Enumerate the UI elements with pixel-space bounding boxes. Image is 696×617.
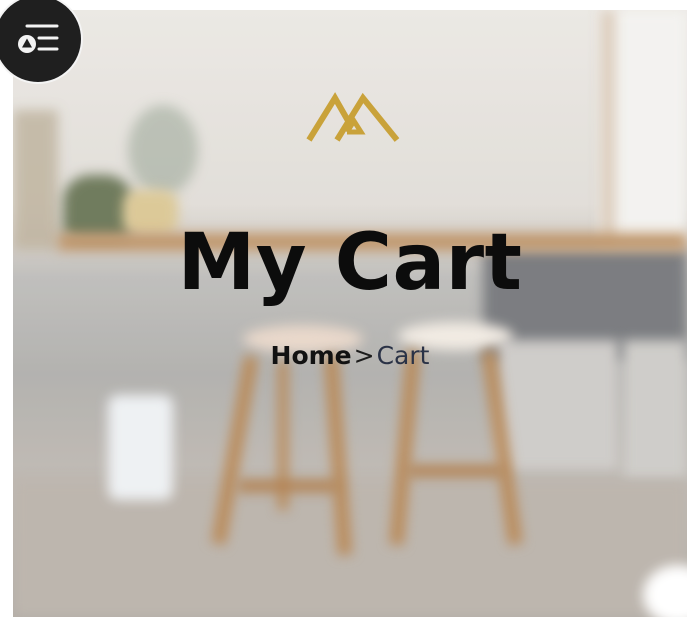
breadcrumb: Home>Cart: [13, 338, 687, 374]
breadcrumb-separator: >: [353, 341, 375, 370]
breadcrumb-home-link[interactable]: Home: [271, 341, 352, 370]
page-title: My Cart: [177, 218, 523, 308]
breadcrumb-current: Cart: [376, 341, 430, 370]
mountain-logo-icon: [303, 88, 403, 143]
page-frame: My Cart Home>Cart: [13, 10, 687, 617]
